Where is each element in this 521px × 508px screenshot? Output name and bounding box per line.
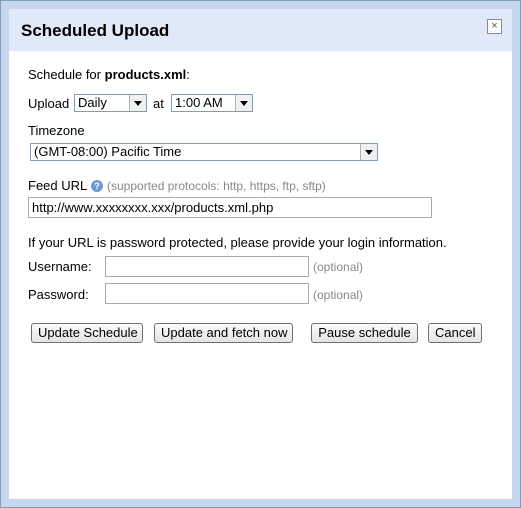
dialog-content: Schedule for products.xml: Upload Daily … xyxy=(9,51,512,499)
scheduled-upload-dialog: Scheduled Upload × Schedule for products… xyxy=(0,0,521,508)
time-value: 1:00 AM xyxy=(175,95,223,110)
update-and-fetch-button[interactable]: Update and fetch now xyxy=(154,323,293,343)
feed-url-hint: (supported protocols: http, https, ftp, … xyxy=(107,179,326,193)
time-select[interactable]: 1:00 AM xyxy=(171,94,253,112)
timezone-value: (GMT-08:00) Pacific Time xyxy=(34,144,182,159)
chevron-down-icon xyxy=(235,95,252,111)
close-icon[interactable]: × xyxy=(487,19,502,34)
username-optional: (optional) xyxy=(313,260,364,274)
schedule-filename: products.xml xyxy=(104,67,187,82)
feed-url-input[interactable] xyxy=(28,197,432,218)
username-label: Username: xyxy=(28,259,92,274)
feed-url-label: Feed URL xyxy=(28,178,88,193)
frequency-select[interactable]: Daily xyxy=(74,94,147,112)
chevron-down-icon xyxy=(129,95,146,111)
dialog-title: Scheduled Upload xyxy=(21,21,170,40)
auth-notice: If your URL is password protected, pleas… xyxy=(28,235,447,250)
schedule-suffix: : xyxy=(186,67,190,82)
at-label: at xyxy=(153,96,164,111)
chevron-down-icon xyxy=(360,144,377,160)
schedule-prefix: Schedule for xyxy=(28,67,101,82)
dialog-titlebar: Scheduled Upload × xyxy=(9,9,512,51)
frequency-value: Daily xyxy=(78,95,107,110)
update-schedule-button[interactable]: Update Schedule xyxy=(31,323,143,343)
timezone-label: Timezone xyxy=(28,123,85,138)
password-optional: (optional) xyxy=(313,288,364,302)
timezone-select[interactable]: (GMT-08:00) Pacific Time xyxy=(30,143,378,161)
upload-label: Upload xyxy=(28,96,70,111)
schedule-heading: Schedule for products.xml: xyxy=(28,67,190,82)
password-label: Password: xyxy=(28,287,89,302)
pause-schedule-button[interactable]: Pause schedule xyxy=(311,323,418,343)
cancel-button[interactable]: Cancel xyxy=(428,323,482,343)
username-input[interactable] xyxy=(105,256,309,277)
password-input[interactable] xyxy=(105,283,309,304)
help-icon[interactable]: ? xyxy=(91,180,103,192)
